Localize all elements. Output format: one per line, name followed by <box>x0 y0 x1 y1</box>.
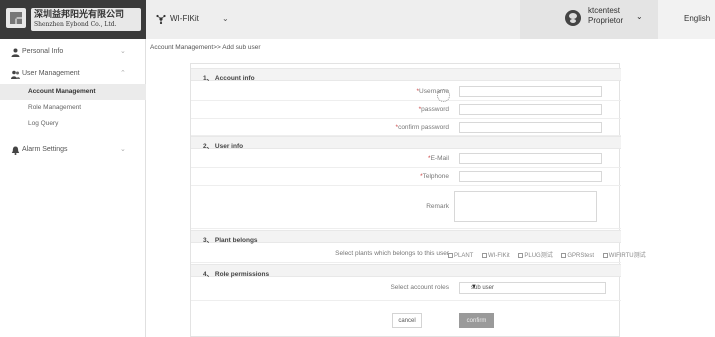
telephone-label: *Telphone <box>420 173 449 180</box>
email-row: *E-Mail <box>191 150 621 168</box>
sidebar-subitem-role-management[interactable]: Role Management <box>0 100 146 116</box>
cancel-button[interactable]: cancel <box>392 313 422 328</box>
password-row: *password <box>191 101 621 119</box>
username-input[interactable] <box>459 86 602 97</box>
sidebar-subitem-label: Role Management <box>28 104 82 111</box>
confirm-password-row: *confirm password <box>191 119 621 136</box>
sidebar-subitem-log-query[interactable]: Log Query <box>0 116 146 132</box>
email-input[interactable] <box>459 153 602 164</box>
sidebar-item-user-management[interactable]: User Management ⌃ <box>0 63 146 85</box>
user-name: ktcentest <box>588 6 621 15</box>
sidebar-item-label: Alarm Settings <box>22 146 68 153</box>
plants-label: Select plants which belongs to this user <box>335 250 449 257</box>
company-logo-icon <box>6 8 26 28</box>
plant-checkbox[interactable]: WIFIRTU测试 <box>602 250 646 259</box>
plant-checkbox[interactable]: PLANT <box>448 253 473 259</box>
company-name-en: Shenzhen Eybond Co., Ltd. <box>34 21 117 28</box>
roles-label: Select account roles <box>390 284 449 291</box>
password-label: *password <box>418 106 449 113</box>
section-title: 1、 Account info <box>203 75 255 82</box>
sidebar-item-label: User Management <box>22 70 80 77</box>
remark-textarea[interactable] <box>454 191 597 222</box>
email-label: *E-Mail <box>428 155 449 162</box>
bell-icon <box>11 146 20 155</box>
section-role-permissions: 4、 Role permissions <box>191 264 621 278</box>
confirm-password-input[interactable] <box>459 122 602 133</box>
chevron-down-icon: ⌄ <box>120 146 126 153</box>
confirm-password-label: *confirm password <box>395 124 449 131</box>
app-selector-label: WI-FIKit <box>170 14 199 23</box>
breadcrumb: Account Management>> Add sub user <box>150 44 261 51</box>
sidebar-subitem-label: Account Management <box>28 88 96 95</box>
telephone-input[interactable] <box>459 171 602 182</box>
section-title: 2、 User info <box>203 143 244 150</box>
avatar <box>565 10 581 26</box>
section-account-info: 1、 Account info <box>191 68 621 82</box>
sidebar-item-label: Personal Info <box>22 48 64 55</box>
plants-row: Select plants which belongs to this user… <box>191 245 646 263</box>
company-name-cn: 深圳益邦阳光有限公司 <box>34 10 125 20</box>
remark-label: Remark <box>426 203 449 210</box>
telephone-row: *Telphone <box>191 168 621 186</box>
password-input[interactable] <box>459 104 602 115</box>
role-select[interactable]: sub user ▼ <box>459 282 606 294</box>
sidebar: Personal Info ⌄ User Management ⌃ Accoun… <box>0 39 146 337</box>
roles-row: Select account roles sub user ▼ <box>191 278 621 298</box>
user-role: Proprietor <box>588 16 624 25</box>
user-icon <box>11 48 20 57</box>
network-icon <box>156 14 166 24</box>
chevron-down-icon: ⌄ <box>120 48 126 55</box>
user-info: ktcentest Proprietor <box>588 6 623 26</box>
language-label: English <box>684 14 711 23</box>
plant-checkbox[interactable]: PLUG测试 <box>518 250 553 259</box>
sidebar-subitem-label: Log Query <box>28 120 59 127</box>
plant-checkbox-group: PLANT WI-FIKit PLUG测试 GPRStest WIFIRTU测试 <box>448 250 653 259</box>
remark-row: Remark <box>191 186 621 229</box>
plant-checkbox[interactable]: WI-FIKit <box>482 253 510 259</box>
plant-checkbox[interactable]: GPRStest <box>561 253 594 259</box>
sidebar-item-personal-info[interactable]: Personal Info ⌄ <box>0 41 146 63</box>
sidebar-subitem-account-management[interactable]: Account Management <box>0 84 146 100</box>
username-row: *Username <box>191 82 621 102</box>
chevron-down-icon: ⌄ <box>636 12 643 21</box>
chevron-up-icon: ⌃ <box>120 70 126 77</box>
section-title: 3、 Plant belongs <box>203 237 258 244</box>
section-title: 4、 Role permissions <box>203 271 270 278</box>
section-user-info: 2、 User info <box>191 136 621 150</box>
sidebar-item-alarm-settings[interactable]: Alarm Settings ⌄ <box>0 139 146 161</box>
chevron-down-icon: ⌄ <box>222 14 229 23</box>
confirm-button[interactable]: confirm <box>459 313 494 328</box>
add-sub-user-form: 1、 Account info *Username *password *con… <box>190 63 646 337</box>
caret-down-icon: ▼ <box>471 284 477 290</box>
users-icon <box>11 70 20 79</box>
company-name: 深圳益邦阳光有限公司 Shenzhen Eybond Co., Ltd. <box>31 8 141 31</box>
app-selector[interactable]: WI-FIKit ⌄ <box>146 0 520 39</box>
divider <box>191 300 621 301</box>
section-plant-belongs: 3、 Plant belongs <box>191 230 621 244</box>
language-switch[interactable]: English <box>658 0 715 39</box>
user-menu[interactable]: ktcentest Proprietor ⌄ <box>520 0 658 39</box>
